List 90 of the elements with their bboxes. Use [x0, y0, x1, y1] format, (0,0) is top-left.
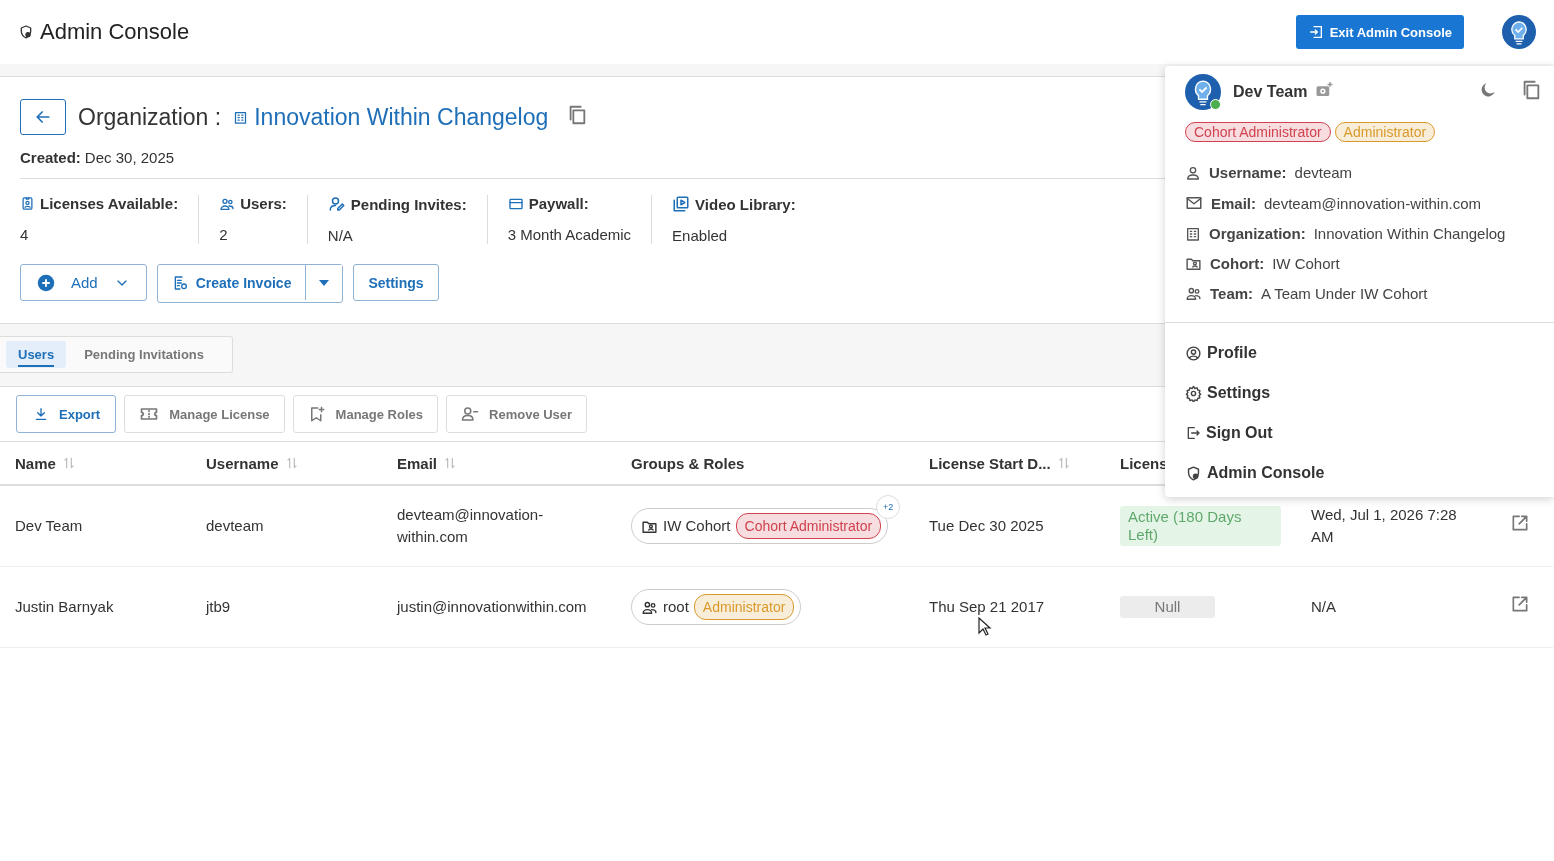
role-badge: Cohort Administrator — [735, 513, 882, 539]
stat-label: Video Library: — [695, 195, 796, 213]
mail-icon — [1185, 194, 1203, 212]
sort-icon — [61, 456, 76, 470]
sort-icon — [284, 456, 299, 470]
column-header[interactable]: Groups & Roles — [631, 454, 745, 472]
table-cell-text: N/A — [1311, 597, 1337, 617]
back-button[interactable] — [20, 99, 66, 135]
table-cell-text: Justin Barnyak — [15, 597, 114, 617]
column-header[interactable]: License Start D... — [929, 454, 1051, 472]
role-badge: Administrator — [693, 594, 795, 620]
open-external-icon — [1510, 513, 1530, 533]
camera-icon — [1315, 81, 1334, 99]
video-icon — [672, 195, 691, 213]
detail-value: IW Cohort — [1272, 255, 1340, 272]
shield-icon — [1185, 464, 1202, 482]
shield-icon — [18, 24, 34, 40]
organization-link[interactable]: Innovation Within Changelog — [233, 103, 549, 131]
column-header[interactable]: Email — [397, 454, 438, 472]
table-cell-text: Thu Sep 21 2017 — [929, 597, 1045, 617]
detail-label: Email: — [1211, 194, 1256, 212]
stat-value: N/A — [327, 227, 354, 244]
sign-out-icon — [1185, 425, 1201, 441]
person-icon — [1185, 164, 1201, 181]
add-button[interactable]: Add — [20, 264, 147, 301]
column-header[interactable]: Name — [15, 454, 56, 472]
person-edit-icon — [327, 195, 346, 213]
detail-label: Username: — [1209, 164, 1287, 181]
detail-label: Cohort: — [1210, 255, 1265, 272]
exit-admin-button[interactable]: Exit Admin Console — [1295, 15, 1464, 49]
table-cell-text: jtb9 — [206, 597, 231, 617]
table-cell-text: devteam@innovation-within.com — [397, 505, 545, 547]
detail-value: devteam@innovation-within.com — [1264, 194, 1481, 212]
plus-circle-icon — [37, 273, 55, 292]
group-name: IW Cohort — [663, 516, 731, 536]
table-cell-text: devteam — [206, 516, 264, 536]
created-date: Dec 30, 2025 — [84, 149, 175, 166]
sort-icon — [443, 456, 458, 470]
group-name: root — [663, 597, 689, 617]
profile-name: Dev Team — [1233, 83, 1308, 101]
menu-item[interactable]: Settings — [1185, 373, 1534, 413]
person-minus-icon — [461, 405, 480, 423]
stat-label: Pending Invites: — [350, 195, 467, 213]
table-cell-text: Dev Team — [15, 516, 83, 536]
person-circle-icon — [1185, 344, 1202, 362]
organization-label: Organization : — [78, 103, 222, 131]
detail-value: A Team Under IW Cohort — [1261, 285, 1428, 302]
dropdown-button[interactable] — [305, 265, 343, 300]
settings-button[interactable]: Settings — [353, 264, 439, 301]
detail-value: devteam — [1294, 164, 1353, 181]
column-header[interactable]: Username — [206, 454, 279, 472]
avatar-icon — [1185, 74, 1221, 110]
download-icon — [33, 406, 49, 422]
caret-icon — [318, 278, 331, 287]
stat-value: Enabled — [672, 227, 729, 244]
menu-item[interactable]: Admin Console — [1185, 453, 1534, 493]
page-title: Admin Console — [40, 19, 190, 45]
stat-label: Users: — [240, 195, 287, 212]
menu-item[interactable]: Sign Out — [1185, 413, 1534, 453]
detail-label: Team: — [1210, 285, 1254, 302]
table-cell-text: Wed, Jul 1, 2026 7:28 AM — [1311, 505, 1458, 547]
license-status: Active (180 Days Left) — [1120, 506, 1281, 546]
stat-label: Licenses Available: — [40, 195, 179, 212]
stat-value: 2 — [219, 226, 229, 243]
badge-icon — [20, 196, 35, 211]
stat-value: 4 — [20, 226, 30, 243]
toolbar-button[interactable]: Export — [16, 395, 117, 433]
created-label: Created: — [20, 149, 81, 166]
building-icon — [1185, 225, 1201, 242]
tab[interactable]: Pending Invitations — [72, 341, 217, 368]
more-count[interactable]: +2 — [876, 495, 901, 519]
stat-label: Paywall: — [528, 195, 589, 212]
settings-icon — [1185, 384, 1202, 402]
people-icon — [1185, 285, 1202, 302]
menu-item[interactable]: Profile — [1185, 333, 1534, 373]
building-icon — [233, 109, 249, 125]
role-badge: Cohort Administrator — [1185, 122, 1331, 142]
sort-icon — [1056, 456, 1071, 470]
license-status: Null — [1120, 596, 1215, 618]
detail-value: Innovation Within Changelog — [1313, 225, 1506, 242]
exit-icon — [1307, 24, 1324, 40]
table-cell-text: justin@innovationwithin.com — [397, 597, 587, 617]
open-external-icon — [1510, 594, 1530, 614]
mouse-cursor — [978, 617, 992, 637]
role-badge: Administrator — [1334, 122, 1436, 142]
table-cell-text: Tue Dec 30 2025 — [929, 516, 1044, 536]
avatar-icon — [1502, 15, 1536, 49]
stat-value: 3 Month Academic — [507, 226, 632, 243]
detail-label: Organization: — [1209, 225, 1306, 242]
tab[interactable]: Users — [6, 341, 67, 368]
